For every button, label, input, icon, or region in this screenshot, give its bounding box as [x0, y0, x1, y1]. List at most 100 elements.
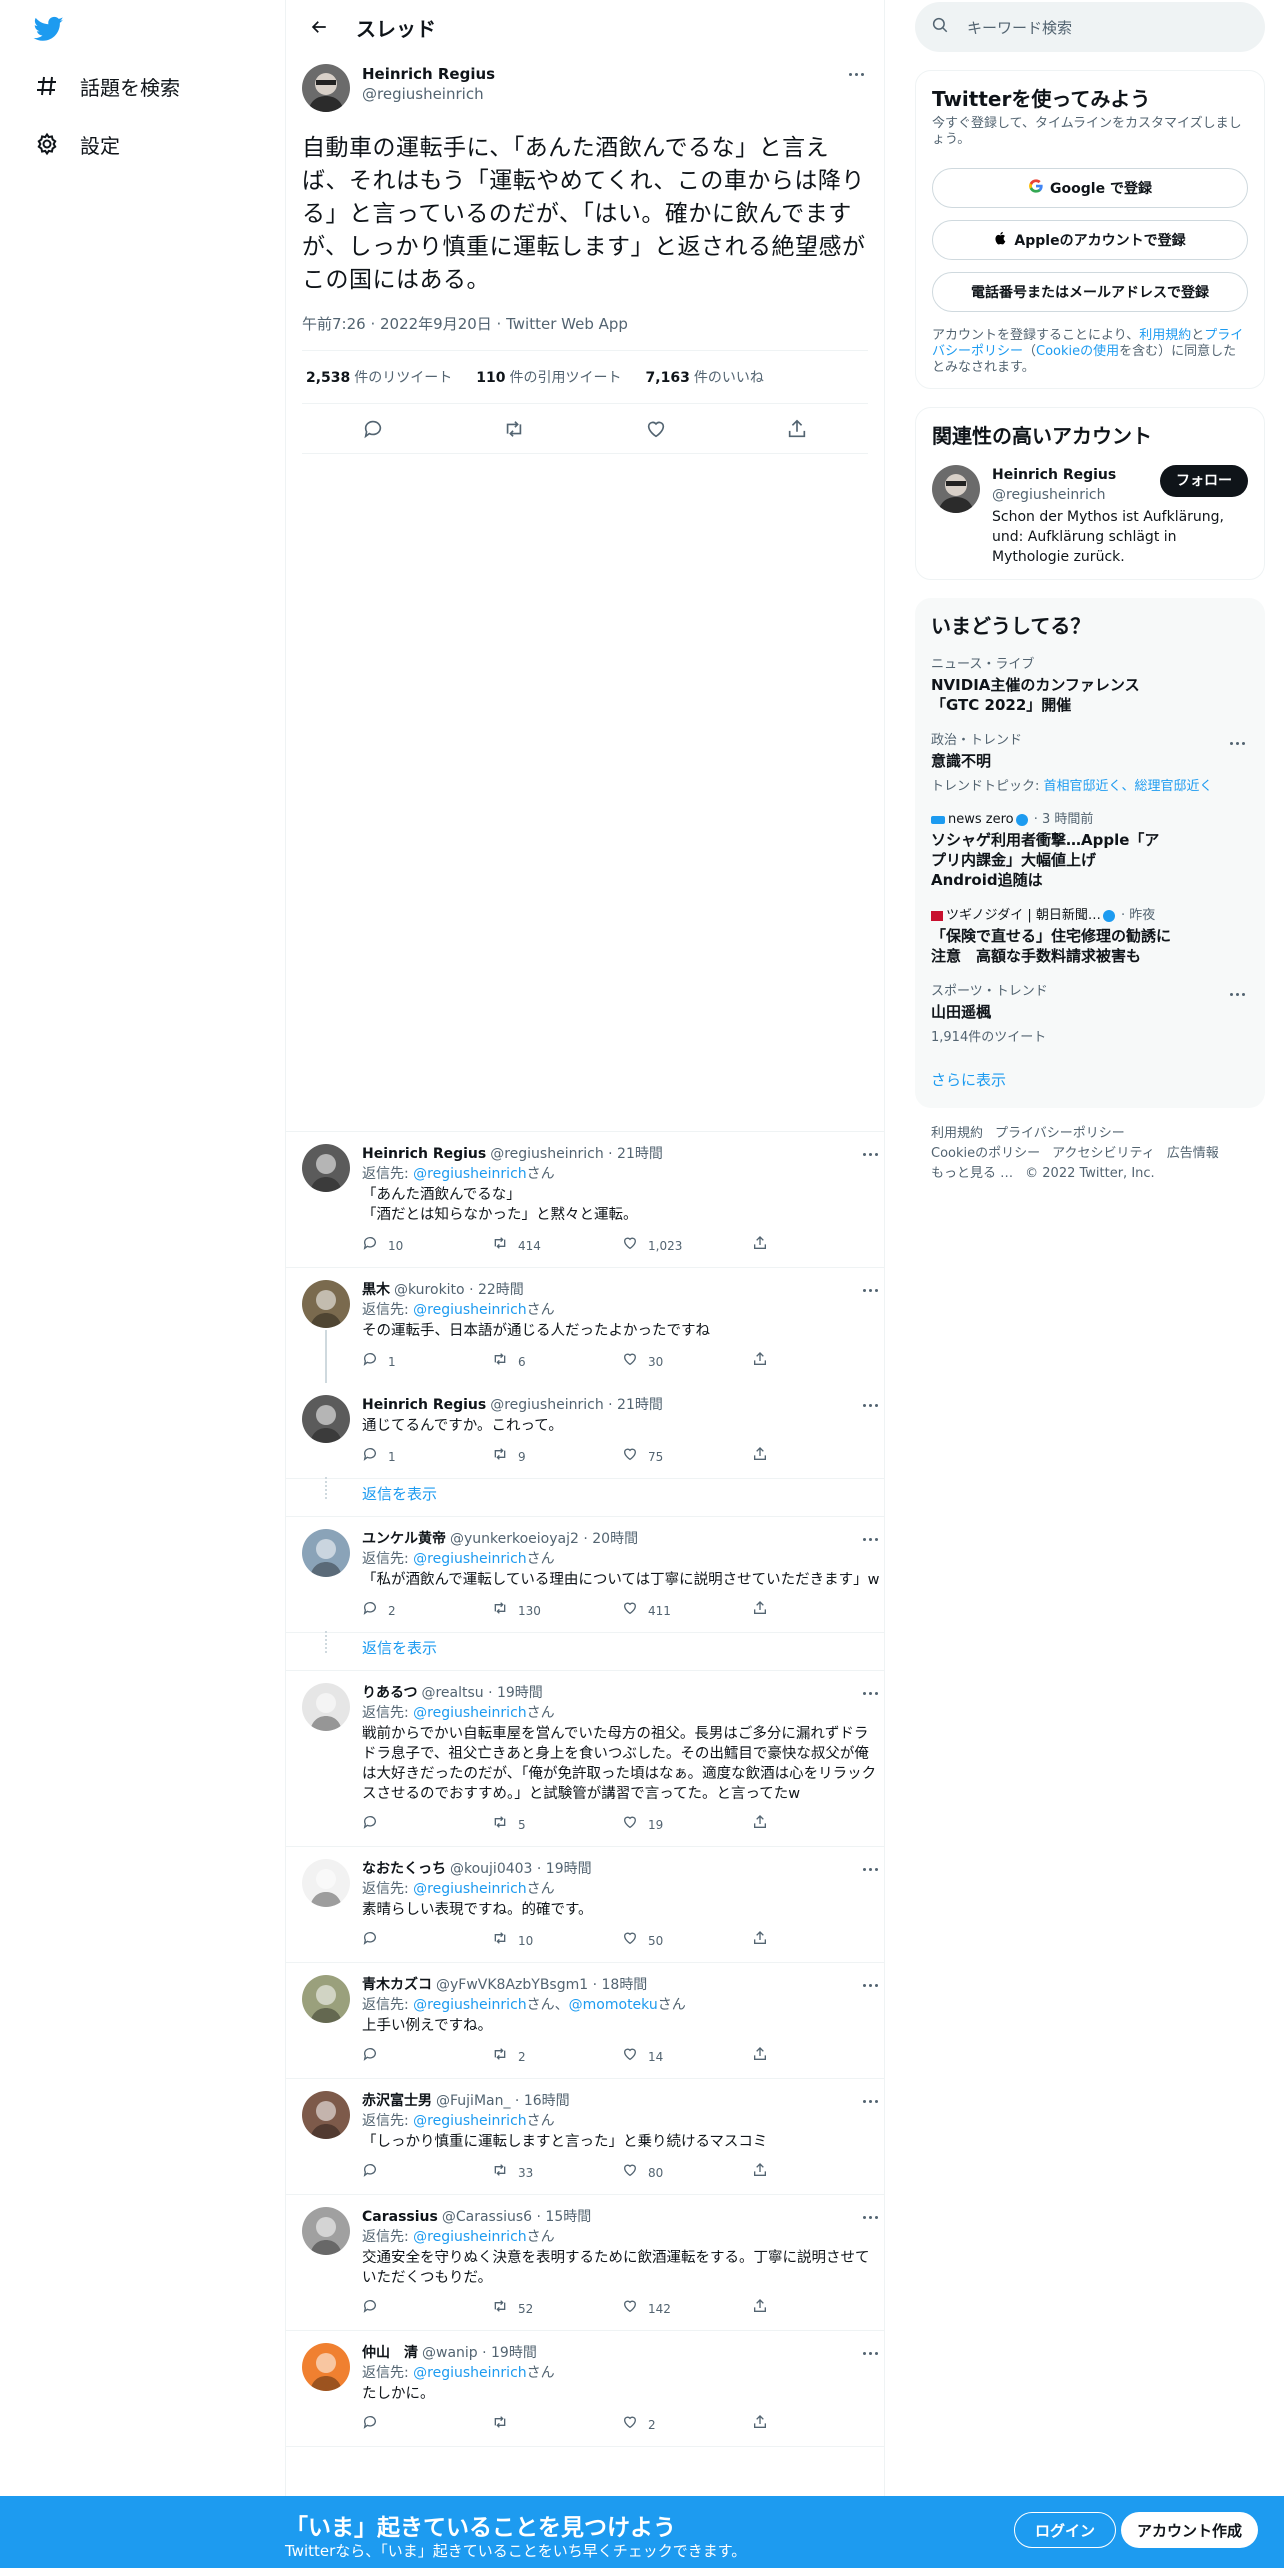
reply-author-meta[interactable]: @kouji0403 · 19時間	[450, 1859, 592, 1879]
phone-email-signup-button[interactable]: 電話番号またはメールアドレスで登録	[932, 272, 1248, 312]
reply-action[interactable]	[362, 2046, 492, 2068]
reply-author-name[interactable]: Carassius	[362, 2207, 438, 2227]
login-button[interactable]: ログイン	[1014, 2512, 1117, 2548]
avatar[interactable]	[302, 2343, 350, 2391]
cookie-link[interactable]: Cookieの使用	[1036, 344, 1119, 359]
mention-link[interactable]: @regiusheinrich	[413, 2113, 526, 2129]
back-arrow-icon[interactable]	[302, 10, 336, 44]
share-action[interactable]	[752, 2162, 882, 2184]
share-action[interactable]	[752, 1600, 882, 1622]
more-options-icon[interactable]	[1225, 984, 1249, 1004]
account-name[interactable]: Heinrich Regius	[992, 465, 1116, 485]
reply-author-name[interactable]: 黒木	[362, 1280, 390, 1300]
account-card[interactable]: Heinrich Regius @regiusheinrich フォロー Sch…	[932, 465, 1248, 567]
trend-topic-link[interactable]: 首相官邸近く、総理官邸近く	[1044, 779, 1213, 794]
show-more-trends-link[interactable]: さらに表示	[931, 1069, 1249, 1090]
mention-link[interactable]: @regiusheinrich	[413, 1302, 526, 1318]
reply-tweet[interactable]: 赤沢富士男 @FujiMan_ · 16時間 返信先: @regiusheinr…	[286, 2079, 884, 2195]
reply-author-meta[interactable]: @realtsu · 19時間	[421, 1683, 542, 1703]
share-action[interactable]	[752, 2298, 882, 2320]
retweet-count[interactable]: 2,538 件のリツイート	[306, 367, 452, 387]
avatar[interactable]	[302, 1975, 350, 2023]
share-action[interactable]	[752, 1446, 882, 1468]
quote-count[interactable]: 110 件の引用ツイート	[476, 367, 621, 387]
share-action[interactable]	[752, 1351, 882, 1373]
footer-link[interactable]: Cookieのポリシー	[931, 1146, 1040, 1161]
nav-settings[interactable]: 設定	[34, 122, 120, 166]
reply-tweet[interactable]: Carassius @Carassius6 · 15時間 返信先: @regiu…	[286, 2195, 884, 2331]
avatar[interactable]	[302, 1859, 350, 1907]
reply-author-name[interactable]: Heinrich Regius	[362, 1395, 486, 1415]
retweet-action[interactable]: 2	[492, 2046, 622, 2068]
mention-link[interactable]: @regiusheinrich	[413, 1997, 526, 2013]
retweet-action[interactable]: 130	[492, 1600, 622, 1622]
reply-author-name[interactable]: なおたくっち	[362, 1859, 446, 1879]
footer-link[interactable]: 広告情報	[1167, 1146, 1219, 1161]
twitter-logo-icon[interactable]	[32, 14, 66, 44]
like-icon[interactable]	[636, 409, 676, 449]
retweet-action[interactable]: 9	[492, 1446, 622, 1468]
retweet-icon[interactable]	[494, 409, 534, 449]
search-input[interactable]: キーワード検索	[967, 17, 1072, 38]
retweet-action[interactable]	[492, 2414, 622, 2436]
footer-link[interactable]: プライバシーポリシー	[995, 1126, 1125, 1141]
avatar[interactable]	[302, 1144, 350, 1192]
account-handle[interactable]: @regiusheinrich	[992, 485, 1116, 505]
reply-tweet[interactable]: 青木カズコ @yFwVK8AzbYBsgm1 · 18時間 返信先: @regi…	[286, 1963, 884, 2079]
tweet-timestamp[interactable]: 午前7:26 · 2022年9月20日 · Twitter Web App	[302, 313, 868, 351]
more-options-icon[interactable]	[858, 1280, 882, 1300]
more-options-icon[interactable]	[858, 1529, 882, 1549]
retweet-action[interactable]: 414	[492, 1235, 622, 1257]
reply-author-meta[interactable]: @kurokito · 22時間	[394, 1280, 524, 1300]
reply-tweet[interactable]: Heinrich Regius @regiusheinrich · 21時間 通…	[286, 1383, 884, 1479]
like-action[interactable]: 80	[622, 2162, 752, 2184]
retweet-action[interactable]: 6	[492, 1351, 622, 1373]
more-options-icon[interactable]	[858, 1144, 882, 1164]
trend-item[interactable]: ニュース・ライブ NVIDIA主催のカンファレンス「GTC 2022」開催	[931, 657, 1249, 715]
google-signup-button[interactable]: Google で登録	[932, 168, 1248, 208]
reply-action[interactable]: 2	[362, 1600, 492, 1622]
share-action[interactable]	[752, 1814, 882, 1836]
like-action[interactable]: 30	[622, 1351, 752, 1373]
mention-link[interactable]: @regiusheinrich	[413, 1881, 526, 1897]
show-replies-link[interactable]: 返信を表示	[286, 1477, 884, 1517]
mention-link[interactable]: @momoteku	[569, 1997, 658, 2013]
reply-author-meta[interactable]: @yFwVK8AzbYBsgm1 · 18時間	[436, 1975, 647, 1995]
like-action[interactable]: 75	[622, 1446, 752, 1468]
share-icon[interactable]	[777, 409, 817, 449]
more-options-icon[interactable]	[858, 1859, 882, 1879]
reply-action[interactable]: 10	[362, 1235, 492, 1257]
reply-author-name[interactable]: ユンケル黄帝	[362, 1529, 446, 1549]
avatar[interactable]	[302, 64, 350, 112]
like-action[interactable]: 142	[622, 2298, 752, 2320]
reply-author-meta[interactable]: @Carassius6 · 15時間	[442, 2207, 591, 2227]
like-action[interactable]: 411	[622, 1600, 752, 1622]
reply-action[interactable]: 1	[362, 1446, 492, 1468]
avatar[interactable]	[302, 2207, 350, 2255]
reply-author-meta[interactable]: @FujiMan_ · 16時間	[436, 2091, 570, 2111]
more-options-icon[interactable]	[858, 1975, 882, 1995]
avatar[interactable]	[302, 1529, 350, 1577]
retweet-action[interactable]: 33	[492, 2162, 622, 2184]
share-action[interactable]	[752, 1930, 882, 1952]
reply-action[interactable]	[362, 2162, 492, 2184]
avatar[interactable]	[302, 1280, 350, 1328]
reply-author-name[interactable]: 青木カズコ	[362, 1975, 432, 1995]
more-options-icon[interactable]	[858, 1395, 882, 1415]
mention-link[interactable]: @regiusheinrich	[413, 1166, 526, 1182]
more-options-icon[interactable]	[858, 2091, 882, 2111]
avatar[interactable]	[302, 1683, 350, 1731]
more-options-icon[interactable]	[844, 64, 868, 84]
like-action[interactable]: 14	[622, 2046, 752, 2068]
show-replies-link[interactable]: 返信を表示	[286, 1631, 884, 1671]
share-action[interactable]	[752, 1235, 882, 1257]
footer-link[interactable]: もっと見る …	[931, 1166, 1013, 1181]
author-name[interactable]: Heinrich Regius	[362, 64, 844, 84]
reply-author-meta[interactable]: @wanip · 19時間	[422, 2343, 537, 2363]
trend-item[interactable]: スポーツ・トレンド 山田遥楓 1,914件のツイート	[931, 984, 1249, 1045]
reply-tweet[interactable]: 仲山 清 @wanip · 19時間 返信先: @regiusheinrichさ…	[286, 2331, 884, 2447]
avatar[interactable]	[932, 465, 980, 513]
reply-action[interactable]	[362, 2298, 492, 2320]
trend-item[interactable]: 政治・トレンド 意識不明 トレンドトピック: 首相官邸近く、総理官邸近く	[931, 733, 1249, 794]
reply-tweet[interactable]: ユンケル黄帝 @yunkerkoeioyaj2 · 20時間 返信先: @reg…	[286, 1517, 884, 1633]
